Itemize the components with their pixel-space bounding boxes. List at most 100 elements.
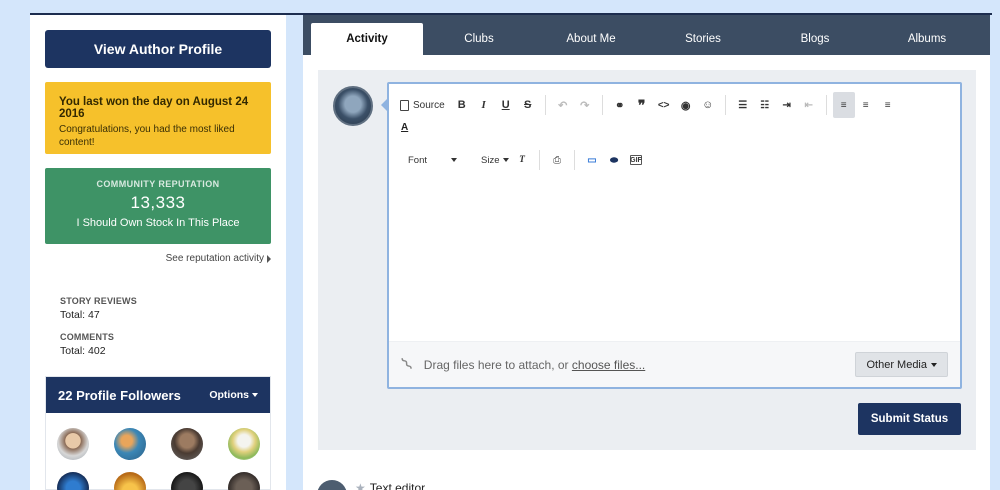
strikethrough-icon[interactable]: S bbox=[517, 92, 539, 118]
follower-avatar[interactable] bbox=[114, 428, 146, 460]
profile-content: Activity Clubs About Me Stories Blogs Al… bbox=[303, 15, 990, 490]
follower-avatar[interactable] bbox=[171, 472, 203, 490]
follower-avatar[interactable] bbox=[171, 428, 203, 460]
chevron-down-icon bbox=[252, 393, 258, 397]
reputation-activity-link[interactable]: See reputation activity bbox=[166, 253, 271, 264]
chevron-down-icon bbox=[503, 158, 510, 162]
choose-files-link[interactable]: choose files... bbox=[572, 358, 645, 372]
tab-about-me[interactable]: About Me bbox=[535, 23, 647, 55]
toolbar-separator bbox=[601, 95, 603, 115]
stat-label: COMMENTS bbox=[60, 332, 115, 342]
indent-icon[interactable]: ⇥ bbox=[776, 92, 798, 118]
day-winner-subtitle: Congratulations, you had the most liked … bbox=[59, 124, 235, 148]
tab-stories[interactable]: Stories bbox=[647, 23, 759, 55]
size-dropdown-label: Size bbox=[481, 154, 500, 166]
toolbar-separator bbox=[825, 95, 827, 115]
align-center-icon[interactable]: ≡ bbox=[855, 92, 877, 118]
followers-options-button[interactable]: Options bbox=[209, 389, 258, 401]
editor-toolbar-row-2: Font Size T ⎙ ▭ ⬬ GIF bbox=[398, 148, 647, 172]
view-author-profile-button[interactable]: View Author Profile bbox=[45, 30, 271, 68]
toolbar-separator bbox=[539, 150, 540, 170]
other-media-label: Other Media bbox=[866, 358, 927, 371]
reputation-value: 13,333 bbox=[130, 193, 186, 212]
reputation-heading: COMMUNITY REPUTATION bbox=[96, 179, 220, 189]
attach-instructions: Drag files here to attach, or choose fil… bbox=[424, 358, 645, 372]
followers-header: 22 Profile Followers Options bbox=[46, 377, 270, 413]
outdent-icon[interactable]: ⇤ bbox=[798, 92, 820, 118]
stat-value: Total: 402 bbox=[60, 345, 106, 357]
activity-entry-label: Text editor bbox=[369, 481, 426, 490]
activity-entry-text: ★ Text editor bbox=[355, 481, 425, 490]
text-color-icon[interactable]: A bbox=[401, 122, 408, 133]
chevron-down-icon bbox=[931, 362, 937, 367]
day-winner-title: You last won the day on August 24 2016 bbox=[59, 96, 249, 120]
profile-stats: STORY REVIEWS Total: 47 COMMENTS Total: … bbox=[45, 283, 271, 369]
follower-avatar[interactable] bbox=[57, 428, 89, 460]
align-left-icon[interactable]: ≡ bbox=[832, 92, 855, 118]
user-avatar[interactable] bbox=[333, 86, 373, 126]
toolbar-separator bbox=[574, 150, 575, 170]
tab-blogs[interactable]: Blogs bbox=[759, 23, 871, 55]
remove-format-icon[interactable]: T bbox=[511, 147, 533, 173]
editor-toolbar-row-1: Source B I U S ↶ ↷ ⚭ ❞ <> ◉ ☺ ☰ ☷ ⇥ ⇤ ≡ … bbox=[398, 92, 899, 118]
follower-avatar[interactable] bbox=[57, 472, 89, 490]
attach-text: Drag files here to attach, or bbox=[423, 357, 569, 372]
link-icon[interactable]: ⚭ bbox=[609, 92, 631, 118]
numbered-list-icon[interactable]: ☷ bbox=[754, 92, 776, 118]
font-dropdown[interactable]: Font bbox=[398, 155, 473, 166]
media-embed-icon[interactable]: ⬬ bbox=[603, 147, 625, 173]
quote-icon[interactable]: ❞ bbox=[631, 92, 653, 118]
paperclip-icon: ⌇ bbox=[397, 353, 417, 375]
attachment-bar: ⌇ Drag files here to attach, or choose f… bbox=[389, 341, 960, 387]
avatar[interactable] bbox=[317, 480, 347, 490]
follower-avatar[interactable] bbox=[228, 428, 260, 460]
tab-activity[interactable]: Activity bbox=[311, 23, 423, 55]
gif-icon[interactable]: GIF bbox=[630, 155, 642, 165]
size-dropdown[interactable]: Size bbox=[473, 155, 511, 166]
source-button[interactable]: Source bbox=[398, 99, 451, 111]
follower-avatar[interactable] bbox=[114, 472, 146, 490]
activity-entry: ★ Text editor bbox=[317, 478, 425, 490]
chevron-down-icon bbox=[451, 158, 457, 162]
caret-right-icon bbox=[267, 254, 271, 263]
star-icon: ★ bbox=[355, 481, 366, 490]
tab-albums[interactable]: Albums bbox=[871, 23, 983, 55]
stat-label: STORY REVIEWS bbox=[60, 296, 137, 306]
profile-sidebar: View Author Profile You last won the day… bbox=[30, 15, 286, 490]
bold-icon[interactable]: B bbox=[451, 92, 473, 118]
profile-tabs: Activity Clubs About Me Stories Blogs Al… bbox=[303, 15, 990, 55]
day-winner-banner: You last won the day on August 24 2016 C… bbox=[45, 82, 271, 154]
follower-avatar-grid bbox=[46, 413, 270, 490]
tab-clubs[interactable]: Clubs bbox=[423, 23, 535, 55]
toolbar-separator bbox=[544, 95, 546, 115]
stat-comments: COMMENTS Total: 402 bbox=[60, 332, 271, 357]
redo-icon[interactable]: ↷ bbox=[574, 92, 596, 118]
align-right-icon[interactable]: ≡ bbox=[877, 92, 899, 118]
preview-icon[interactable]: ⎙ bbox=[546, 147, 568, 173]
reputation-label: I Should Own Stock In This Place bbox=[76, 217, 240, 229]
source-label: Source bbox=[413, 99, 445, 111]
status-composer: Source B I U S ↶ ↷ ⚭ ❞ <> ◉ ☺ ☰ ☷ ⇥ ⇤ ≡ … bbox=[318, 70, 976, 450]
emoji-icon[interactable]: ☺ bbox=[697, 92, 719, 118]
underline-icon[interactable]: U bbox=[495, 92, 517, 118]
italic-icon[interactable]: I bbox=[473, 92, 495, 118]
source-icon bbox=[400, 99, 409, 111]
reputation-card: COMMUNITY REPUTATION 13,333 I Should Own… bbox=[45, 168, 271, 244]
other-media-button[interactable]: Other Media bbox=[855, 352, 948, 377]
followers-widget: 22 Profile Followers Options bbox=[45, 376, 271, 490]
stat-value: Total: 47 bbox=[60, 309, 100, 321]
follower-avatar[interactable] bbox=[228, 472, 260, 490]
bulleted-list-icon[interactable]: ☰ bbox=[732, 92, 754, 118]
toolbar-separator bbox=[724, 95, 726, 115]
submit-status-button[interactable]: Submit Status bbox=[858, 403, 961, 435]
reputation-activity-link-label: See reputation activity bbox=[165, 253, 264, 264]
followers-title: 22 Profile Followers bbox=[58, 387, 181, 403]
rich-text-editor[interactable]: Source B I U S ↶ ↷ ⚭ ❞ <> ◉ ☺ ☰ ☷ ⇥ ⇤ ≡ … bbox=[381, 82, 962, 389]
font-dropdown-label: Font bbox=[408, 154, 428, 166]
followers-options-label: Options bbox=[209, 389, 249, 401]
image-icon[interactable]: ▭ bbox=[581, 147, 603, 173]
spoiler-eye-icon[interactable]: ◉ bbox=[675, 92, 697, 118]
stat-story-reviews: STORY REVIEWS Total: 47 bbox=[60, 296, 271, 321]
undo-icon[interactable]: ↶ bbox=[552, 92, 574, 118]
code-icon[interactable]: <> bbox=[653, 92, 675, 118]
